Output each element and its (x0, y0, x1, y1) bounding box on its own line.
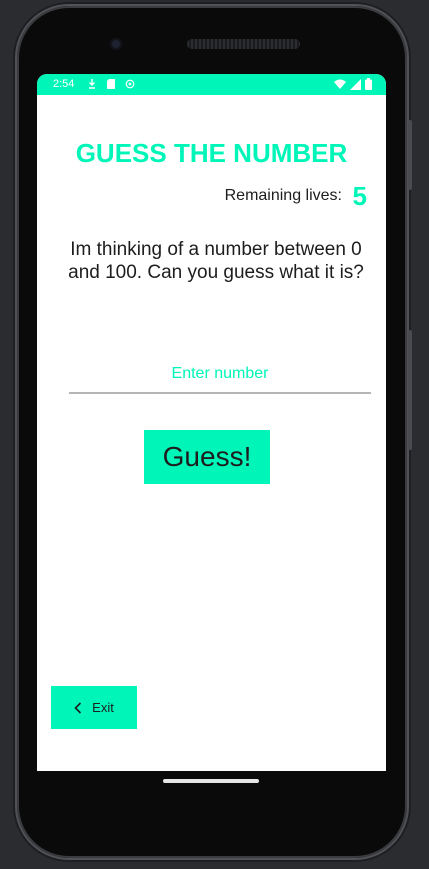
sd-card-icon (107, 79, 115, 89)
emulator-stage: 2:54 GUESS THE NUMBER Remaining lives: 5… (0, 0, 429, 869)
remaining-lives-value: 5 (352, 181, 367, 211)
power-button[interactable] (408, 120, 412, 190)
system-icons (334, 78, 372, 90)
guess-button[interactable]: Guess! (144, 430, 270, 484)
volume-button[interactable] (408, 330, 412, 450)
page-title: GUESS THE NUMBER (75, 138, 348, 168)
exit-button[interactable]: Exit (51, 686, 137, 729)
front-camera (110, 38, 122, 50)
app-notification-icon (125, 79, 135, 89)
status-time: 2:54 (53, 78, 75, 90)
instructions-text: Im thinking of a number between 0 and 10… (68, 239, 364, 283)
status-bar: 2:54 (37, 74, 386, 95)
signal-icon (350, 78, 361, 90)
earpiece-speaker (187, 39, 300, 49)
home-indicator[interactable] (163, 779, 259, 783)
notification-icons (87, 78, 135, 90)
remaining-lives-label: Remaining lives: (224, 187, 342, 204)
wifi-icon (334, 79, 346, 89)
download-icon (89, 79, 95, 89)
app-screen: 2:54 GUESS THE NUMBER Remaining lives: 5… (37, 74, 386, 771)
exit-label: Exit (92, 700, 114, 715)
number-input[interactable] (69, 356, 371, 394)
chevron-left-icon (74, 701, 82, 714)
battery-icon (365, 78, 372, 90)
